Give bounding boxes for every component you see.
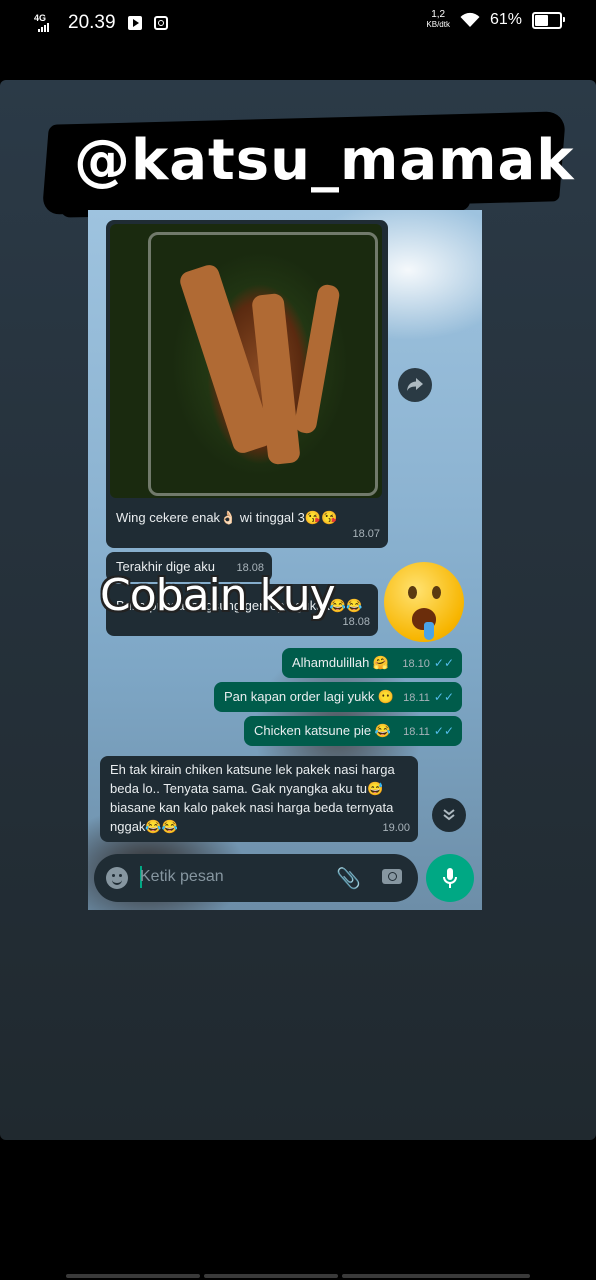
battery-percent: 61% (489, 11, 522, 28)
double-chevron-down-icon[interactable] (432, 798, 466, 832)
message-text: Alhamdulillah 🤗 (292, 655, 390, 670)
message-time: 18.11 (403, 692, 430, 704)
message-time: 18.10 (402, 658, 430, 670)
story-username-sticker: @katsu_mamak (74, 128, 575, 193)
message-bubble[interactable]: Eh tak kirain chiken katsune lek pakek n… (100, 756, 418, 842)
status-time: 20.39 (68, 12, 116, 33)
message-text: Wing cekere enak👌🏻 wi tinggal 3😘😘 (116, 510, 338, 525)
message-text: Chicken katsune pie 😂 (254, 723, 391, 738)
status-bar: 4G 20.39 1,2 KB/dtk 61% (0, 0, 596, 46)
read-ticks-icon: ✓✓ (433, 690, 454, 704)
message-bubble-with-image[interactable]: Wing cekere enak👌🏻 wi tinggal 3😘😘 18.07 (106, 220, 388, 548)
message-time: 18.08 (342, 616, 370, 628)
food-photo (110, 224, 382, 498)
message-time: 18.11 (403, 726, 430, 738)
message-time: 18.07 (352, 528, 380, 540)
youtube-notification-icon (127, 16, 142, 30)
camera-icon[interactable] (382, 869, 402, 884)
message-bubble-outgoing[interactable]: Chicken katsune pie 😂 18.11 ✓✓ (244, 716, 462, 746)
message-time: 19.00 (382, 822, 410, 834)
network-type: 4G (34, 13, 47, 23)
battery-icon (532, 11, 565, 29)
network-speed: 1,2 KB/dtk (426, 9, 450, 30)
read-ticks-icon: ✓✓ (433, 724, 454, 738)
instagram-notification-icon (153, 16, 168, 30)
story-progress-segment (204, 1274, 338, 1278)
story-progress-segment (66, 1274, 200, 1278)
read-ticks-icon: ✓✓ (433, 656, 454, 670)
signal-icon: 4G (34, 12, 58, 34)
message-bubble-outgoing[interactable]: Pan kapan order lagi yukk 😶 18.11 ✓✓ (214, 682, 462, 712)
chat-screenshot: Wing cekere enak👌🏻 wi tinggal 3😘😘 18.07 … (88, 210, 482, 910)
message-bubble-outgoing[interactable]: Alhamdulillah 🤗 18.10 ✓✓ (282, 648, 462, 678)
message-text: Eh tak kirain chiken katsune lek pakek n… (110, 762, 395, 834)
drooling-face-icon (384, 562, 464, 642)
microphone-icon[interactable] (426, 854, 474, 902)
message-input-bar[interactable]: Ketik pesan 📎 (94, 854, 418, 902)
message-input[interactable]: Ketik pesan (140, 868, 224, 886)
message-text: Pan kapan order lagi yukk 😶 (224, 689, 395, 704)
story-text-overlay: Cobain kuy (100, 570, 336, 621)
paperclip-icon[interactable]: 📎 (336, 866, 361, 891)
emoji-icon[interactable] (106, 867, 128, 889)
wifi-icon (460, 12, 480, 27)
story-progress-segment (342, 1274, 530, 1278)
forward-icon[interactable] (398, 368, 432, 402)
